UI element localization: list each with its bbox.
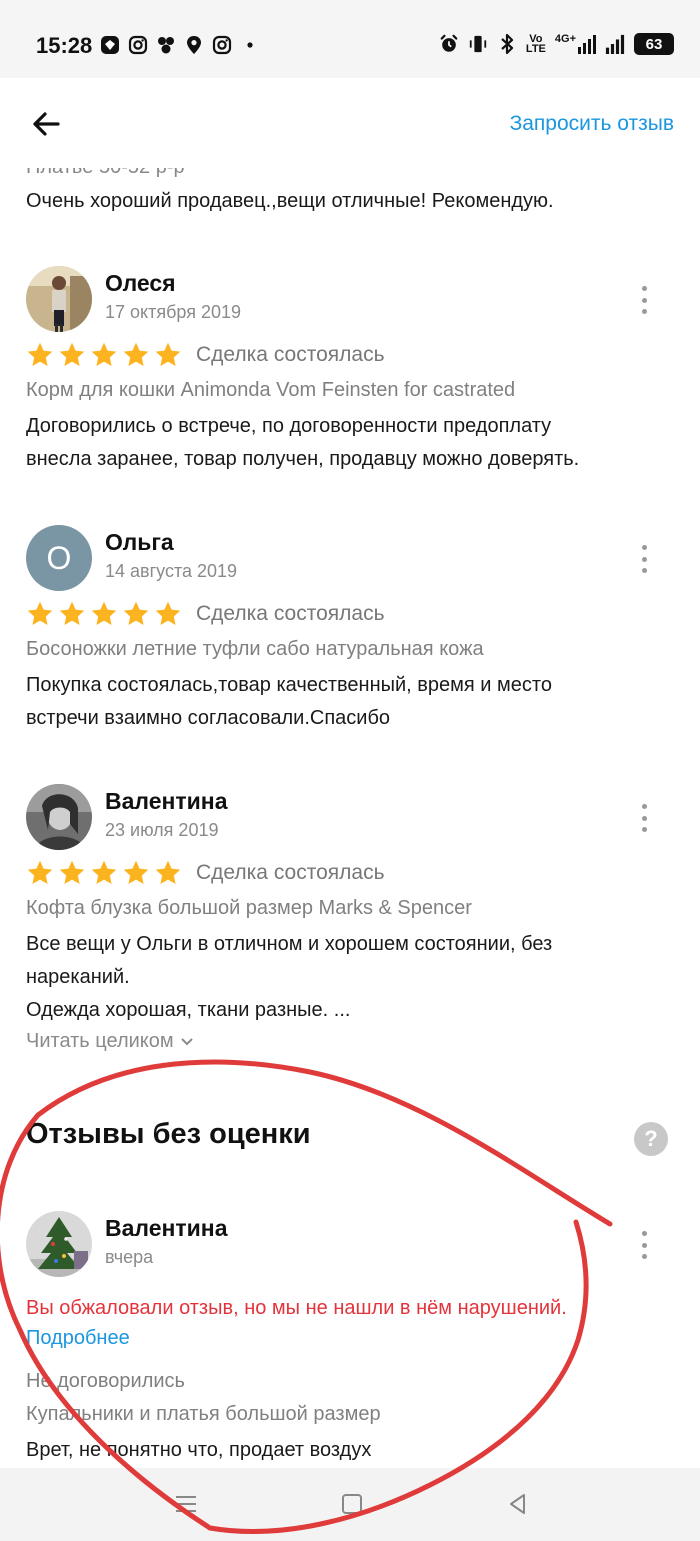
review-card: Олеся 17 октября 2019 Сделка состоялась … <box>26 266 676 486</box>
more-options-button[interactable] <box>634 804 654 832</box>
app-bar: Запросить отзыв <box>0 78 700 168</box>
review-text-line: Договорились о встрече, по договоренност… <box>26 415 552 437</box>
star-icon <box>59 601 85 625</box>
star-icon <box>27 342 53 366</box>
review-text-line: Покупка состоялась,товар качественный, в… <box>26 674 552 696</box>
section-title: Отзывы без оценки <box>26 1118 311 1150</box>
home-nav-button[interactable] <box>338 1490 366 1518</box>
star-icon <box>91 342 117 366</box>
arrow-left-icon <box>33 112 60 136</box>
review-date: 23 июля 2019 <box>105 820 219 840</box>
back-nav-button[interactable] <box>504 1490 532 1518</box>
more-options-button[interactable] <box>634 1231 654 1259</box>
status-notification-icons <box>100 35 260 55</box>
battery-indicator: 63 <box>634 33 674 55</box>
review-card: Валентина вчера Вы обжаловали отзыв, но … <box>26 1211 676 1468</box>
signal-strength-icon <box>605 34 625 54</box>
square-icon <box>342 1494 362 1514</box>
app-notification-icon <box>100 35 120 55</box>
rating-stars <box>26 600 182 628</box>
more-options-button[interactable] <box>634 286 654 314</box>
reviewer-name: Валентина <box>105 1215 228 1241</box>
system-nav-bar <box>0 1468 700 1541</box>
star-icon <box>155 342 181 366</box>
review-date: 17 октября 2019 <box>105 302 242 322</box>
review-text: Договорились о встрече, по договоренност… <box>26 410 676 476</box>
read-more-label: Читать целиком <box>26 1030 174 1052</box>
status-time: 15:28 <box>36 33 93 58</box>
status-system-icons: Vo LTE 4G+ 63 <box>439 33 674 55</box>
question-icon[interactable]: ? <box>634 1122 668 1156</box>
star-icon <box>27 601 53 625</box>
star-icon <box>27 860 53 884</box>
star-icon <box>59 342 85 366</box>
alarm-icon <box>439 34 459 54</box>
review-text: Все вещи у Ольги в отличном и хорошем со… <box>26 928 676 1027</box>
back-button[interactable] <box>28 106 64 142</box>
more-options-button[interactable] <box>634 545 654 573</box>
rating-row: Сделка состоялась <box>26 600 385 628</box>
reviewer-name: Ольга <box>105 529 174 555</box>
rating-row: Сделка состоялась <box>26 859 385 887</box>
review-text-line: нареканий. <box>26 966 130 988</box>
avatar[interactable] <box>26 266 92 332</box>
volte-indicator: Vo LTE <box>525 33 546 55</box>
review-text: Очень хороший продавец.,вещи отличные! Р… <box>26 190 554 212</box>
rating-row: Сделка состоялась <box>26 341 385 369</box>
menu-icon <box>176 1496 196 1512</box>
avatar[interactable] <box>26 1211 92 1277</box>
details-link[interactable]: Подробнее <box>26 1327 130 1350</box>
bluetooth-icon <box>497 33 517 55</box>
deal-status: Сделка состоялась <box>196 343 385 366</box>
deal-status: Не договорились <box>26 1370 185 1392</box>
instagram-icon <box>128 35 148 55</box>
deal-status: Сделка состоялась <box>196 602 385 625</box>
item-title[interactable]: Корм для кошки Animonda Vom Feinsten for… <box>26 379 515 402</box>
star-icon <box>91 601 117 625</box>
star-icon <box>155 860 181 884</box>
star-icon <box>59 860 85 884</box>
location-icon <box>184 35 204 55</box>
review-text: Покупка состоялась,товар качественный, в… <box>26 669 676 735</box>
reviews-list: Платье 50-52 р-р Очень хороший продавец.… <box>0 168 700 1468</box>
review-text-line: Все вещи у Ольги в отличном и хорошем со… <box>26 933 553 955</box>
appeal-rejected-notice: Вы обжаловали отзыв, но мы не нашли в нё… <box>26 1297 567 1319</box>
item-title[interactable]: Кофта блузка большой размер Marks & Spen… <box>26 897 472 920</box>
star-icon <box>155 601 181 625</box>
review-text-line: внесла заранее, товар получен, продавцу … <box>26 448 580 470</box>
review-card: О Ольга 14 августа 2019 Сделка состоялас… <box>26 525 676 745</box>
deal-status: Сделка состоялась <box>196 861 385 884</box>
triangle-back-icon <box>510 1494 525 1514</box>
request-review-link[interactable]: Запросить отзыв <box>510 112 674 136</box>
more-notifications-icon <box>240 35 260 55</box>
chevron-down-icon <box>180 1037 193 1045</box>
star-icon <box>123 601 149 625</box>
star-icon <box>123 342 149 366</box>
review-text: Врет, не понятно что, продает воздух <box>26 1439 372 1461</box>
avatar[interactable] <box>26 784 92 850</box>
menu-nav-button[interactable] <box>172 1490 200 1518</box>
reviewer-name: Валентина <box>105 788 228 814</box>
review-text-line: Одежда хорошая, ткани разные. ... <box>26 999 351 1021</box>
vibrate-icon <box>468 34 488 54</box>
review-date: вчера <box>105 1247 154 1267</box>
status-bar: 15:28 Vo LTE 4G+ 63 <box>0 0 700 78</box>
avatar[interactable]: О <box>26 525 92 591</box>
rating-stars <box>26 341 182 369</box>
review-text-line: встречи взаимно согласовали.Спасибо <box>26 707 391 729</box>
review-date: 14 августа 2019 <box>105 561 238 581</box>
signal-4g-indicator: 4G+ <box>555 34 596 54</box>
star-icon <box>91 860 117 884</box>
item-title[interactable]: Купальники и платья большой размер <box>26 1403 381 1426</box>
read-more-link[interactable]: Читать целиком <box>26 1030 194 1053</box>
item-title[interactable]: Босоножки летние туфли сабо натуральная … <box>26 638 484 661</box>
cut-item-title: Платье 50-52 р-р <box>26 168 185 179</box>
people-icon <box>156 35 176 55</box>
instagram-icon <box>212 35 232 55</box>
reviewer-name: Олеся <box>105 270 176 296</box>
rating-stars <box>26 859 182 887</box>
review-card: Валентина 23 июля 2019 Сделка состоялась… <box>26 784 676 1074</box>
star-icon <box>123 860 149 884</box>
